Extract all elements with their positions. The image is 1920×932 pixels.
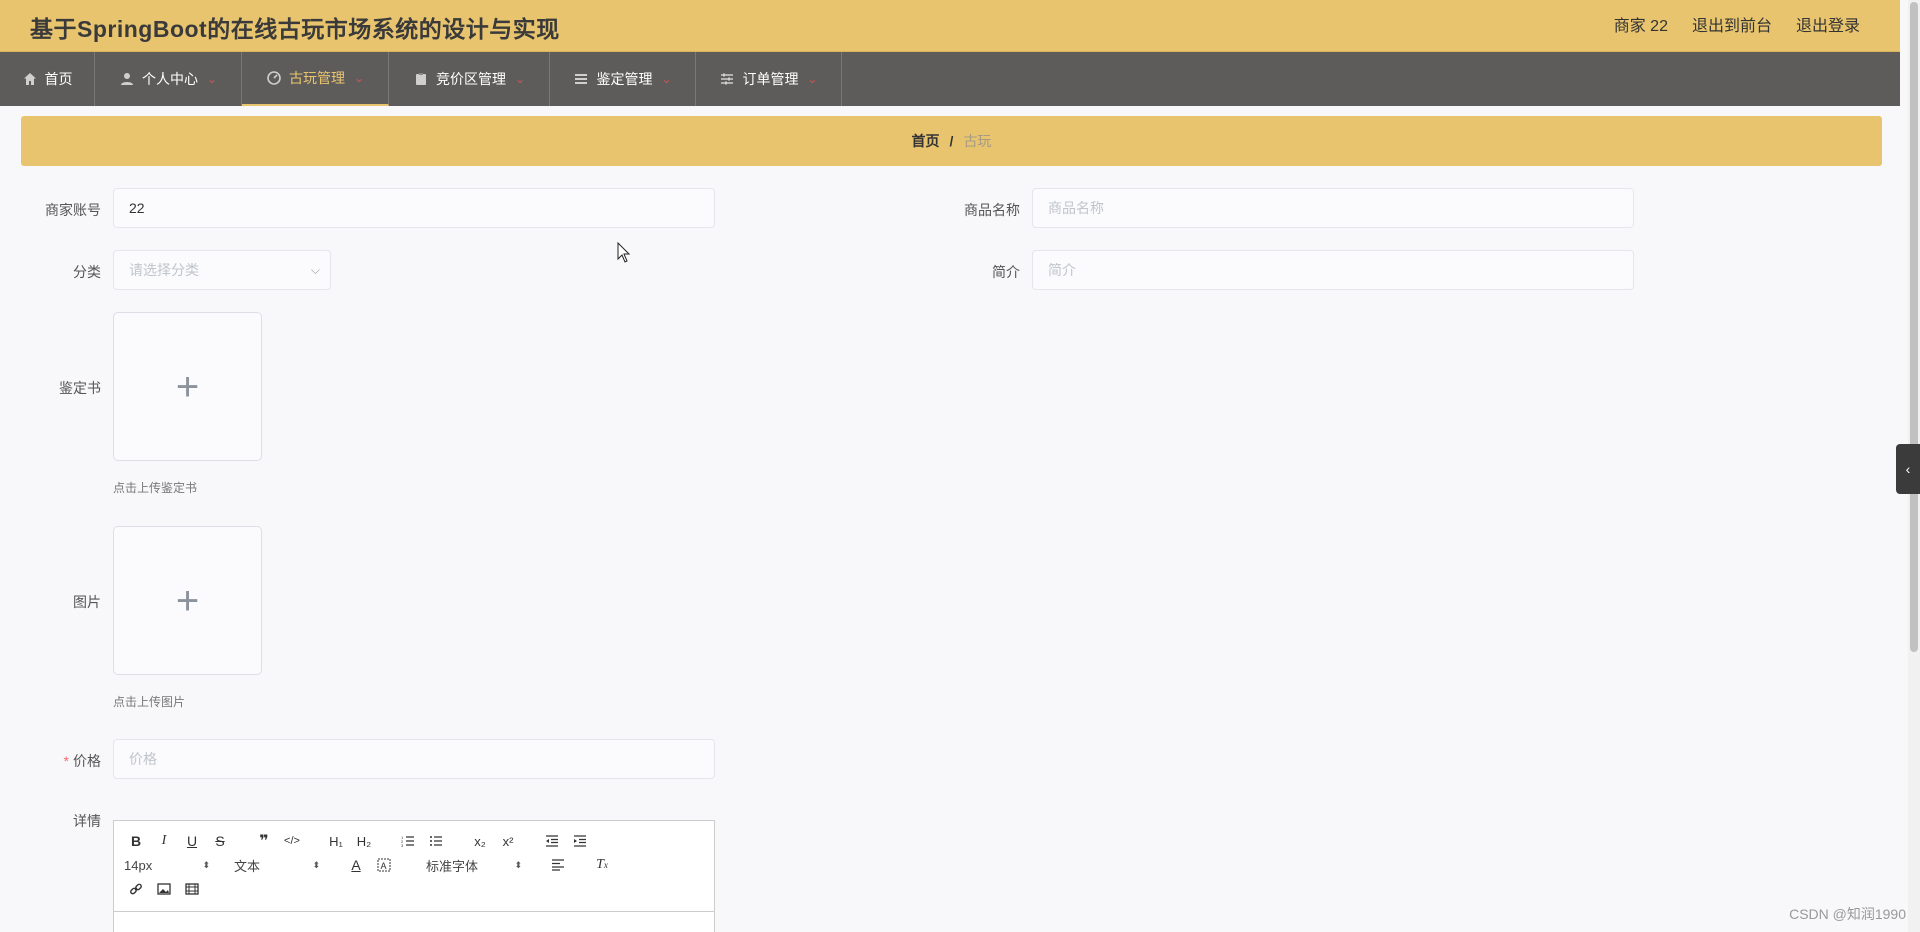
clear-format-button[interactable]: Tx <box>590 854 614 876</box>
subscript-button[interactable]: x₂ <box>468 830 492 852</box>
chevron-down-icon: ⌄ <box>514 72 526 86</box>
chevron-down-icon: ⌄ <box>353 71 365 85</box>
sliders-icon <box>719 71 735 87</box>
app-title: 基于SpringBoot的在线古玩市场系统的设计与实现 <box>30 16 560 42</box>
user-icon <box>119 71 135 87</box>
up-down-icon: ⬍ <box>514 859 522 870</box>
chevron-down-icon: ⌄ <box>807 72 818 86</box>
background-color-icon[interactable]: A <box>372 854 396 876</box>
svg-text:A: A <box>381 861 387 871</box>
product-name-label: 商品名称 <box>964 202 1020 218</box>
merchant-account-label: 商家账号 <box>45 202 101 218</box>
text-type-value: 文本 <box>234 858 261 874</box>
ordered-list-icon[interactable]: 123 <box>396 830 420 852</box>
nav-label: 古玩管理 <box>288 70 345 86</box>
top-header: 基于SpringBoot的在线古玩市场系统的设计与实现 商家 22 退出到前台 … <box>0 0 1900 52</box>
breadcrumb-current: 古玩 <box>963 133 992 149</box>
breadcrumb: 首页 / 古玩 <box>21 116 1882 166</box>
image-upload[interactable]: + <box>113 526 262 675</box>
editor-toolbar: B I U S ❞ </> H₁ H₂ 123 x₂ x² 14px ⬍ 文本 ⬍ … <box>114 821 714 912</box>
intro-label: 简介 <box>992 264 1020 280</box>
exit-to-front-link[interactable]: 退出到前台 <box>1692 12 1772 36</box>
detail-label: 详情 <box>73 813 101 829</box>
certificate-label: 鉴定书 <box>59 380 101 396</box>
price-label: * 价格 <box>1 751 101 771</box>
image-label: 图片 <box>73 594 101 610</box>
watermark: CSDN @知润1990 <box>1789 906 1906 922</box>
indent-icon[interactable] <box>568 830 592 852</box>
rich-text-editor[interactable]: B I U S ❞ </> H₁ H₂ 123 x₂ x² 14px ⬍ 文本 ⬍ … <box>113 820 715 932</box>
superscript-button[interactable]: x² <box>496 830 520 852</box>
font-family-select[interactable]: 标准字体 ⬍ <box>426 854 522 876</box>
category-select[interactable]: 请选择分类 ⌵ <box>113 250 331 290</box>
category-label: 分类 <box>73 264 101 280</box>
breadcrumb-home[interactable]: 首页 <box>912 131 940 151</box>
plus-icon: + <box>175 364 200 409</box>
align-icon[interactable] <box>546 854 570 876</box>
list-icon <box>573 71 589 87</box>
main-nav: 首页 个人中心 ⌄ 古玩管理 ⌄ 竞价区管理 ⌄ 鉴定管理 ⌄ 订单管理 ⌄ <box>0 52 1900 106</box>
logout-link[interactable]: 退出登录 <box>1796 12 1860 36</box>
image-icon[interactable] <box>152 878 176 900</box>
image-upload-hint: 点击上传图片 <box>113 695 186 709</box>
text-type-select[interactable]: 文本 ⬍ <box>234 854 320 876</box>
required-asterisk: * <box>63 753 69 769</box>
certificate-upload-hint: 点击上传鉴定书 <box>113 481 198 495</box>
nav-item-appraisal[interactable]: 鉴定管理 ⌄ <box>550 52 696 106</box>
intro-field[interactable]: 简介 <box>1032 250 1634 290</box>
bold-button[interactable]: B <box>124 830 148 852</box>
product-name-field[interactable]: 商品名称 <box>1032 188 1634 228</box>
outdent-icon[interactable] <box>540 830 564 852</box>
clipboard-icon <box>413 71 429 87</box>
h1-button[interactable]: H₁ <box>324 830 348 852</box>
current-user: 商家 22 <box>1613 18 1668 35</box>
font-family-value: 标准字体 <box>426 858 479 874</box>
dashboard-icon <box>266 70 282 86</box>
blockquote-button[interactable]: ❞ <box>252 830 276 852</box>
chevron-left-icon[interactable]: ‹ <box>1896 444 1920 494</box>
certificate-upload[interactable]: + <box>113 312 262 461</box>
price-field[interactable]: 价格 <box>113 739 715 779</box>
nav-label: 个人中心 <box>141 71 198 87</box>
home-icon <box>22 71 38 87</box>
link-icon[interactable] <box>124 878 148 900</box>
nav-item-home[interactable]: 首页 <box>0 52 95 106</box>
category-placeholder: 请选择分类 <box>129 262 199 278</box>
price-label-text: 价格 <box>73 753 101 769</box>
chevron-down-icon: ⌵ <box>310 263 320 277</box>
up-down-icon: ⬍ <box>312 859 320 870</box>
nav-item-profile[interactable]: 个人中心 ⌄ <box>95 52 242 106</box>
svg-text:3: 3 <box>401 843 404 847</box>
chevron-down-icon: ⌄ <box>661 72 672 86</box>
font-color-button[interactable]: A <box>344 854 368 876</box>
mouse-cursor-icon <box>617 242 631 263</box>
breadcrumb-separator: / <box>949 133 954 149</box>
merchant-account-field[interactable]: 22 <box>113 188 715 228</box>
bullet-list-icon[interactable] <box>424 830 448 852</box>
nav-item-antique[interactable]: 古玩管理 ⌄ <box>242 52 389 106</box>
scrollbar-thumb[interactable] <box>1910 2 1918 652</box>
up-down-icon: ⬍ <box>202 859 210 870</box>
strike-button[interactable]: S <box>208 830 232 852</box>
italic-button[interactable]: I <box>152 830 176 852</box>
nav-item-bidding[interactable]: 竞价区管理 ⌄ <box>389 52 550 106</box>
font-size-select[interactable]: 14px ⬍ <box>124 854 210 876</box>
video-icon[interactable] <box>180 878 204 900</box>
nav-label: 鉴定管理 <box>596 71 653 87</box>
underline-button[interactable]: U <box>180 830 204 852</box>
nav-label: 订单管理 <box>742 71 799 87</box>
nav-item-orders[interactable]: 订单管理 ⌄ <box>696 52 842 106</box>
nav-label: 首页 <box>44 71 73 87</box>
h2-button[interactable]: H₂ <box>352 830 376 852</box>
nav-label: 竞价区管理 <box>435 71 506 87</box>
font-size-value: 14px <box>124 857 153 873</box>
plus-icon: + <box>175 578 200 623</box>
chevron-down-icon: ⌄ <box>206 72 218 86</box>
code-block-button[interactable]: </> <box>280 830 304 852</box>
